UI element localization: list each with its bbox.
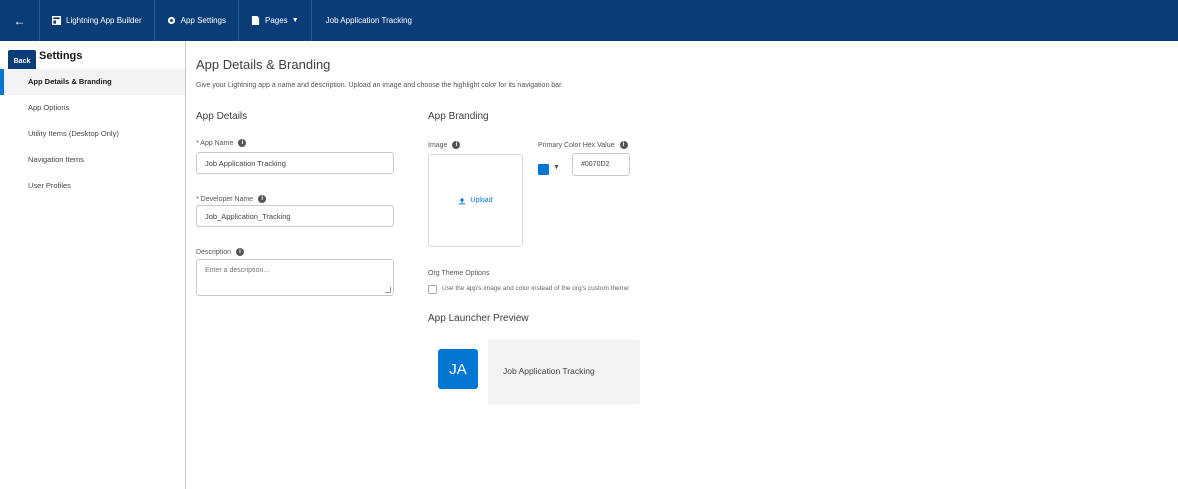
description-label: Description i <box>196 248 245 256</box>
upload-icon <box>459 197 466 204</box>
developer-name-label: * Developer Name i <box>196 195 267 203</box>
image-label-text: Image <box>428 141 448 149</box>
image-upload-box: Upload <box>428 154 523 247</box>
app-title: Job Application Tracking <box>312 0 424 41</box>
color-swatch[interactable] <box>538 164 549 175</box>
image-label: Image i <box>428 141 461 149</box>
pages-label: Pages <box>265 16 288 25</box>
app-title-text: Job Application Tracking <box>325 16 412 25</box>
app-builder-icon <box>52 16 61 25</box>
org-theme-checkbox[interactable] <box>428 285 437 294</box>
info-icon[interactable]: i <box>236 248 245 256</box>
upload-label: Upload <box>470 197 493 204</box>
app-launcher-preview-heading: App Launcher Preview <box>428 313 529 324</box>
app-details-heading: App Details <box>196 111 248 122</box>
sidebar-item-app-options[interactable]: App Options <box>0 95 185 121</box>
page-description: Give your Lightning app a name and descr… <box>196 82 563 89</box>
top-navigation-bar: ← Lightning App Builder App Settings Pag… <box>0 0 1178 41</box>
app-name-input[interactable]: Job Application Tracking <box>196 152 394 174</box>
description-placeholder: Enter a description... <box>205 267 270 274</box>
primary-color-label-text: Primary Color Hex Value <box>538 141 615 149</box>
app-launcher-preview-card: JA Job Application Tracking <box>428 339 640 405</box>
arrow-left-icon: ← <box>13 13 26 28</box>
chevron-down-icon[interactable]: ▼ <box>553 164 560 171</box>
primary-color-label: Primary Color Hex Value i <box>538 141 628 149</box>
sidebar-item-app-details-branding[interactable]: App Details & Branding <box>0 69 185 95</box>
app-name-label-text: * App Name <box>196 139 234 147</box>
org-theme-checkbox-label: Use the app's image and color instead of… <box>442 285 629 292</box>
resize-grip-icon[interactable] <box>385 287 391 293</box>
app-settings-tab[interactable]: App Settings <box>155 0 239 41</box>
app-branding-heading: App Branding <box>428 111 489 122</box>
upload-button[interactable]: Upload <box>458 197 493 205</box>
chevron-down-icon: ▼ <box>291 17 299 24</box>
back-button[interactable]: ← <box>0 0 40 41</box>
info-icon[interactable]: i <box>452 141 461 149</box>
page-title: App Details & Branding <box>196 57 331 72</box>
app-initials-tile: JA <box>438 349 478 389</box>
description-textarea[interactable]: Enter a description... <box>196 259 394 296</box>
org-theme-label: Org Theme Options <box>428 270 490 277</box>
page-icon <box>251 16 260 25</box>
sidebar-nav: App Details & Branding App Options Utili… <box>0 69 185 199</box>
sidebar-item-navigation-items[interactable]: Navigation Items <box>0 147 185 173</box>
info-icon[interactable]: i <box>619 141 628 149</box>
lightning-app-builder-tab[interactable]: Lightning App Builder <box>40 0 155 41</box>
pages-dropdown[interactable]: Pages ▼ <box>239 0 312 41</box>
settings-sidebar: Back Settings App Details & Branding App… <box>0 41 186 489</box>
developer-name-input[interactable]: Job_Application_Tracking <box>196 205 394 227</box>
app-name-label: * App Name i <box>196 139 247 147</box>
main-content: App Details & Branding Give your Lightni… <box>196 41 1166 489</box>
gear-icon <box>167 16 176 25</box>
sidebar-item-utility-items[interactable]: Utility Items (Desktop Only) <box>0 121 185 147</box>
info-icon[interactable]: i <box>258 195 267 203</box>
description-label-text: Description <box>196 248 232 256</box>
primary-color-hex-input[interactable]: #0070D2 <box>572 153 630 176</box>
developer-name-label-text: * Developer Name <box>196 195 254 203</box>
sidebar-item-user-profiles[interactable]: User Profiles <box>0 173 185 199</box>
sidebar-title: Settings <box>39 50 83 62</box>
lightning-app-builder-label: Lightning App Builder <box>66 16 142 25</box>
preview-app-name: Job Application Tracking <box>503 366 595 376</box>
info-icon[interactable]: i <box>238 139 247 147</box>
app-settings-label: App Settings <box>180 16 226 25</box>
